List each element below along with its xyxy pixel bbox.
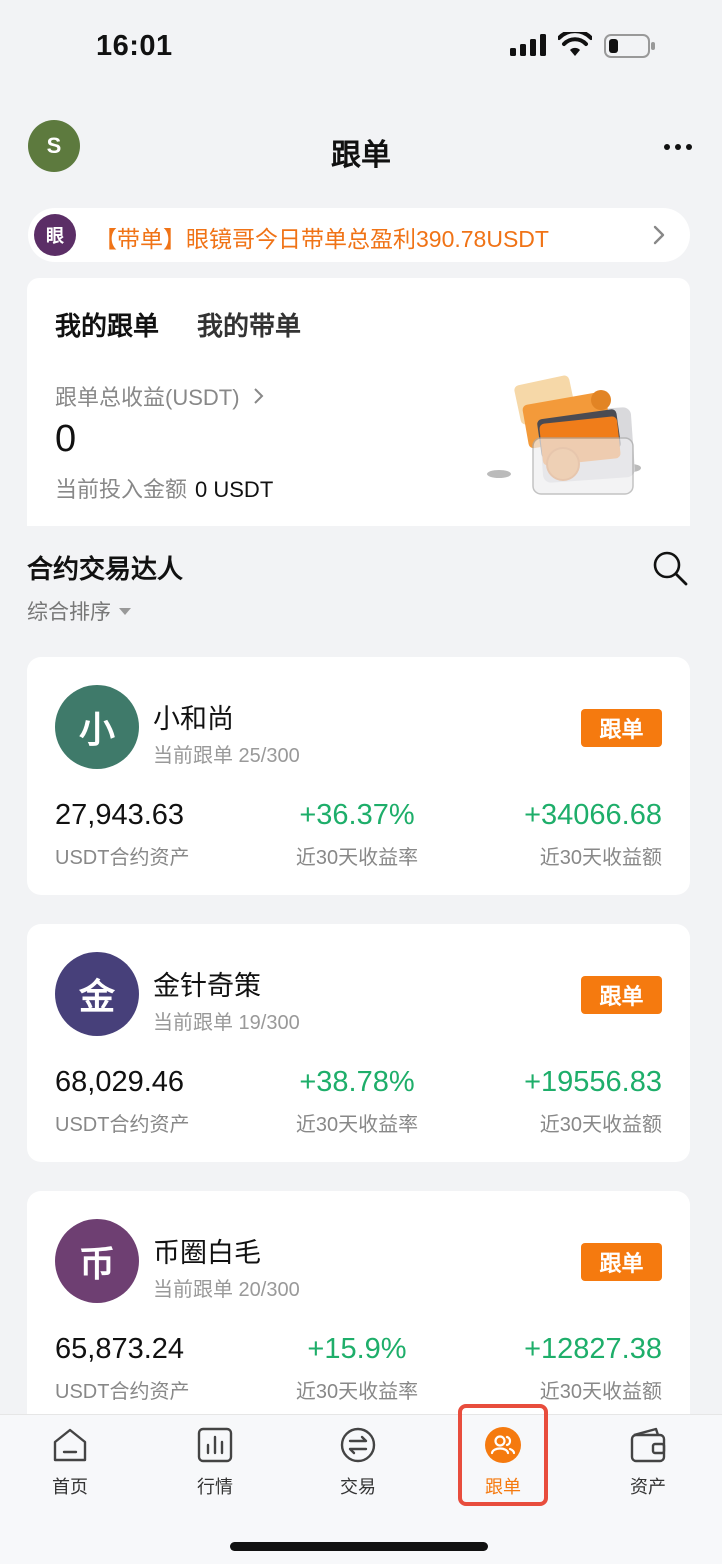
trader-follow-count: 当前跟单 19/300 (153, 1012, 300, 1034)
trader-name: 小和尚 (153, 704, 234, 734)
trader-assets-label: USDT合约资产 (55, 1381, 190, 1403)
trader-30d-rate-label: 近30天收益率 (295, 847, 419, 869)
tab-my-copy[interactable]: 我的跟单 (55, 306, 159, 343)
current-investment-value: 0 USDT (195, 477, 274, 502)
follow-button[interactable]: 跟单 (581, 1243, 662, 1281)
status-time: 16:01 (96, 30, 173, 62)
trader-avatar: 金 (55, 952, 139, 1036)
trader-assets-label: USDT合约资产 (55, 847, 190, 869)
more-options-icon[interactable] (656, 132, 700, 162)
trader-name: 金针奇策 (153, 971, 261, 1001)
home-indicator (230, 1542, 488, 1551)
announcement-banner[interactable]: 眼 【带单】眼镜哥今日带单总盈利390.78USDT (28, 208, 690, 262)
nav-item-trade[interactable]: 交易 (313, 1425, 403, 1499)
home-icon (53, 1428, 87, 1462)
battery-icon (604, 34, 655, 58)
chevron-right-icon (653, 225, 665, 245)
trade-swap-icon (340, 1427, 376, 1463)
total-profit-value: 0 (55, 418, 77, 460)
total-profit-label-text: 跟单总收益(USDT) (55, 385, 240, 410)
trader-30d-amount-label: 近30天收益额 (539, 1114, 662, 1136)
announcement-badge: 眼 (34, 214, 76, 256)
trader-assets-label: USDT合约资产 (55, 1114, 190, 1136)
current-investment: 当前投入金额 0 USDT (55, 472, 273, 504)
page-title: 跟单 (331, 139, 391, 172)
nav-item-assets[interactable]: 资产 (603, 1425, 693, 1499)
status-bar: 16:01 (0, 0, 722, 92)
trader-avatar: 币 (55, 1219, 139, 1303)
active-tab-highlight (458, 1404, 548, 1506)
trader-follow-count: 当前跟单 25/300 (153, 745, 300, 767)
nav-label-home: 首页 (52, 1477, 88, 1497)
trader-30d-rate-value: +36.37% (299, 799, 415, 831)
tab-my-lead[interactable]: 我的带单 (197, 306, 301, 343)
trader-follow-count: 当前跟单 20/300 (153, 1279, 300, 1301)
section-title: 合约交易达人 (27, 554, 184, 584)
trader-30d-amount-label: 近30天收益额 (539, 1381, 662, 1403)
trader-30d-amount-value: +19556.83 (524, 1066, 662, 1098)
wallet-icon (630, 1427, 666, 1463)
trader-avatar: 小 (55, 685, 139, 769)
trader-30d-rate-label: 近30天收益率 (295, 1114, 419, 1136)
caret-down-icon (119, 607, 131, 615)
nav-label-trade: 交易 (340, 1477, 376, 1497)
current-investment-label: 当前投入金额 (55, 477, 188, 502)
trader-30d-amount-value: +34066.68 (524, 799, 662, 831)
nav-item-home[interactable]: 首页 (25, 1425, 115, 1499)
nav-label-market: 行情 (197, 1477, 233, 1497)
trader-card[interactable]: 金金针奇策当前跟单 19/300 跟单 68,029.46 USDT合约资产 +38.7… (27, 924, 690, 1162)
trader-30d-amount-value: +12827.38 (524, 1333, 662, 1365)
trader-30d-rate-value: +15.9% (307, 1333, 407, 1365)
trader-30d-rate-label: 近30天收益率 (295, 1381, 419, 1403)
cellular-signal-icon (510, 34, 546, 56)
follow-button[interactable]: 跟单 (581, 709, 662, 747)
trader-card[interactable]: 小小和尚当前跟单 25/300 跟单 27,943.63 USDT合约资产 +36.37… (27, 657, 690, 895)
market-chart-icon (197, 1427, 233, 1463)
search-icon[interactable] (650, 548, 690, 588)
top-header: S 跟单 (0, 110, 722, 184)
follow-button[interactable]: 跟单 (581, 976, 662, 1014)
trader-card[interactable]: 币币圈白毛当前跟单 20/300 跟单 65,873.24 USDT合约资产 +15.9… (27, 1191, 690, 1429)
wifi-icon (558, 32, 592, 56)
announcement-text: 【带单】眼镜哥今日带单总盈利390.78USDT (94, 226, 549, 252)
wallet-money-illustration (487, 375, 641, 495)
trader-assets-value: 65,873.24 (55, 1333, 185, 1365)
chevron-right-icon (253, 388, 264, 404)
total-profit-label[interactable]: 跟单总收益(USDT) (55, 380, 266, 412)
trader-30d-rate-value: +38.78% (299, 1066, 415, 1098)
nav-label-assets: 资产 (630, 1477, 666, 1497)
sort-dropdown[interactable]: 综合排序 (27, 596, 131, 626)
trader-name: 币圈白毛 (153, 1238, 261, 1268)
trader-30d-amount-label: 近30天收益额 (539, 847, 662, 869)
nav-item-market[interactable]: 行情 (170, 1425, 260, 1499)
trader-assets-value: 68,029.46 (55, 1066, 185, 1098)
sort-label: 综合排序 (27, 601, 111, 624)
my-copy-card: 我的跟单 我的带单 跟单总收益(USDT) 0 当前投入金额 0 USDT (27, 278, 690, 526)
trader-assets-value: 27,943.63 (55, 799, 185, 831)
